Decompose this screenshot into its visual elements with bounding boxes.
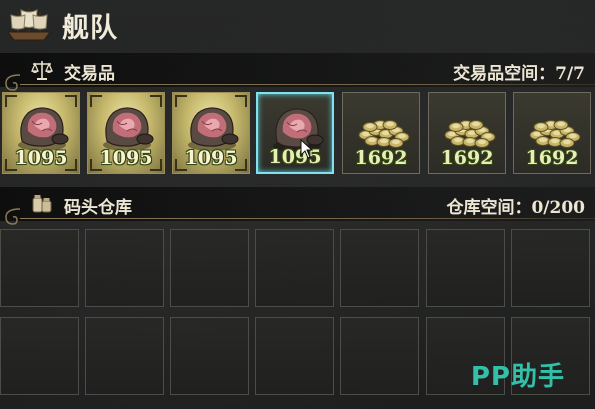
warehouse-slot[interactable] bbox=[340, 317, 419, 395]
warehouse-title: 码头仓库 bbox=[64, 198, 132, 218]
warehouse-slot[interactable] bbox=[426, 229, 505, 307]
coin-pile-icon bbox=[358, 120, 410, 148]
item-quantity: 1692 bbox=[440, 147, 494, 169]
fleet-header: 舰队 bbox=[0, 0, 595, 46]
trade-slot[interactable]: 1095 bbox=[2, 92, 80, 174]
item-quantity: 1095 bbox=[99, 147, 153, 169]
trade-goods-bar: 交易品 交易品空间：7/7 bbox=[0, 53, 595, 91]
warehouse-bar: 码头仓库 仓库空间：0/200 bbox=[0, 187, 595, 225]
item-quantity: 1095 bbox=[268, 146, 322, 168]
item-quantity: 1692 bbox=[354, 147, 408, 169]
trade-capacity-label: 交易品空间： bbox=[453, 64, 556, 84]
coin-pile-icon bbox=[529, 120, 581, 148]
trade-goods-title: 交易品 bbox=[64, 64, 115, 84]
item-quantity: 1692 bbox=[525, 147, 579, 169]
trade-slot[interactable]: 1095 bbox=[87, 92, 165, 174]
coin-pile-icon bbox=[444, 120, 496, 148]
warehouse-slot[interactable] bbox=[255, 317, 334, 395]
item-quantity: 1095 bbox=[14, 147, 68, 169]
warehouse-slot[interactable] bbox=[0, 229, 79, 307]
divider bbox=[20, 84, 595, 85]
item-quantity: 1095 bbox=[184, 147, 238, 169]
trade-capacity-value: 7/7 bbox=[555, 64, 585, 84]
warehouse-capacity-value: 0/200 bbox=[531, 198, 585, 218]
warehouse-slot[interactable] bbox=[511, 229, 590, 307]
mouse-cursor-icon bbox=[300, 139, 314, 159]
page-title: 舰队 bbox=[62, 13, 118, 44]
warehouse-slot[interactable] bbox=[85, 317, 164, 395]
meat-pile-icon bbox=[103, 107, 154, 151]
warehouse-slot[interactable] bbox=[170, 229, 249, 307]
warehouse-slot[interactable] bbox=[255, 229, 334, 307]
watermark: PP助手 bbox=[470, 362, 565, 392]
scales-icon bbox=[31, 61, 53, 80]
ship-icon bbox=[7, 8, 51, 41]
trade-slot[interactable]: 1692 bbox=[342, 92, 420, 174]
trade-slot[interactable]: 1095 bbox=[172, 92, 250, 174]
meat-pile-icon bbox=[18, 107, 69, 151]
warehouse-slot[interactable] bbox=[0, 317, 79, 395]
trade-goods-capacity: 交易品空间：7/7 bbox=[453, 59, 585, 84]
meat-pile-icon bbox=[188, 107, 239, 151]
warehouse-capacity-label: 仓库空间： bbox=[446, 198, 532, 218]
trade-goods-grid: 1095 1095 1095 1095 1692 1692 1692 bbox=[0, 92, 595, 176]
trade-slot[interactable]: 1692 bbox=[428, 92, 506, 174]
warehouse-slot[interactable] bbox=[170, 317, 249, 395]
warehouse-slot[interactable] bbox=[340, 229, 419, 307]
divider bbox=[20, 218, 595, 219]
ornament-curl-icon bbox=[5, 208, 21, 225]
warehouse-slot[interactable] bbox=[85, 229, 164, 307]
trade-slot[interactable]: 1095 bbox=[256, 92, 334, 174]
jars-icon bbox=[32, 195, 52, 213]
warehouse-capacity: 仓库空间：0/200 bbox=[446, 193, 585, 218]
trade-slot[interactable]: 1692 bbox=[513, 92, 591, 174]
